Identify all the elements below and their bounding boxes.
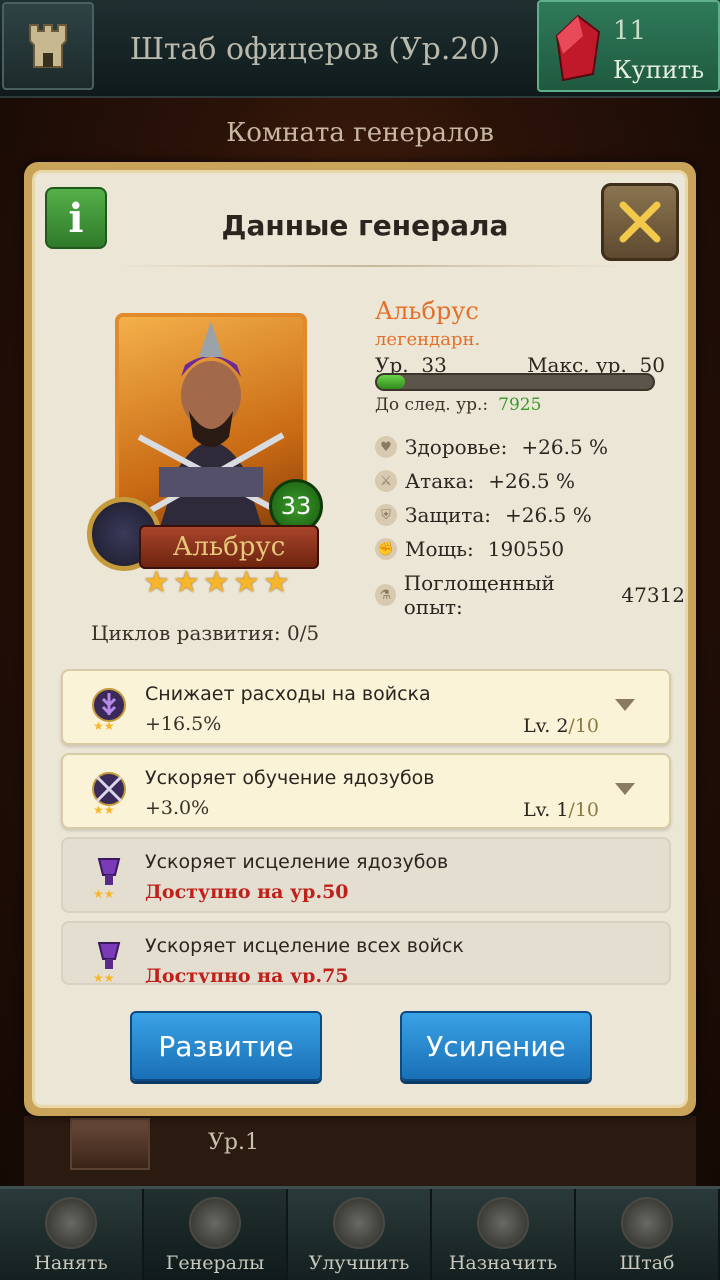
star-icon: ★ [173, 565, 200, 600]
svg-text:★★: ★★ [93, 803, 115, 815]
sword-icon: ⚔ [375, 470, 397, 492]
svg-text:★★: ★★ [93, 719, 115, 731]
skill-row-locked: ★★ Ускоряет исцеление всех войск Доступн… [61, 921, 671, 985]
chevron-down-icon[interactable] [615, 783, 635, 795]
stat-power: ✊ Мощь: 190550 [375, 537, 564, 561]
skill-row[interactable]: ★★ Снижает расходы на войска +16.5% Lv. … [61, 669, 671, 745]
close-icon [619, 201, 661, 243]
star-icon: ★ [263, 565, 290, 600]
skill-row-locked: ★★ Ускоряет исцеление ядозубов Доступно … [61, 837, 671, 913]
development-cycles: Циклов развития: 0/5 [91, 621, 320, 645]
svg-text:★★: ★★ [93, 971, 115, 983]
generals-icon [189, 1197, 241, 1249]
dialog-body: i Данные генерала 33 Альбрус ★ ★ ★ ★ ★ Ц… [32, 170, 688, 1108]
crossed-swords-skill-icon: ★★ [92, 772, 126, 815]
general-rarity: легендарн. [375, 329, 481, 350]
tab-hq[interactable]: Штаб [576, 1189, 720, 1280]
stat-absorbed-xp: ⚗ Поглощенный опыт: 47312 [375, 571, 685, 619]
shield-icon: ⛨ [375, 504, 397, 526]
potion-icon: ⚗ [375, 584, 396, 606]
skill-title: Снижает расходы на войска [145, 683, 431, 705]
close-button[interactable] [601, 183, 679, 261]
star-rating: ★ ★ ★ ★ ★ [143, 565, 293, 603]
tab-assign[interactable]: Назначить [432, 1189, 576, 1280]
star-icon: ★ [233, 565, 260, 600]
svg-text:★★: ★★ [93, 887, 115, 899]
star-icon: ★ [203, 565, 230, 600]
skill-title: Ускоряет исцеление всех войск [145, 935, 464, 957]
stat-defense: ⛨ Защита: +26.5 % [375, 503, 592, 527]
boost-button[interactable]: Усиление [400, 1011, 592, 1081]
helmet-icon [45, 1197, 97, 1249]
ruby-icon [555, 14, 601, 82]
general-thumbnail[interactable] [70, 1118, 150, 1170]
castle-icon [29, 24, 67, 68]
stat-attack: ⚔ Атака: +26.5 % [375, 469, 575, 493]
develop-button[interactable]: Развитие [130, 1011, 322, 1081]
info-button[interactable]: i [45, 187, 107, 249]
xp-progress-fill [377, 375, 405, 389]
gem-count: 11 [613, 16, 647, 46]
top-bar: Штаб офицеров (Ур.20) 11 Купить [0, 0, 720, 98]
skill-unlock-requirement: Доступно на ур.50 [145, 881, 349, 903]
general-name: Альбрус [375, 297, 479, 325]
goblet-skill-icon: ★★ [93, 858, 121, 899]
buy-label: Купить [613, 56, 705, 84]
title-divider [115, 265, 625, 267]
tab-upgrade[interactable]: Улучшить [288, 1189, 432, 1280]
star-medal-icon [477, 1197, 529, 1249]
skill-row[interactable]: ★★ Ускоряет обучение ядозубов +3.0% Lv. … [61, 753, 671, 829]
skill-value: +3.0% [145, 797, 210, 819]
star-icon: ★ [143, 565, 170, 600]
chevron-rank-icon [333, 1197, 385, 1249]
building-icon [621, 1197, 673, 1249]
name-ribbon: Альбрус [139, 525, 319, 569]
heart-icon: ♥ [375, 436, 397, 458]
castle-button[interactable] [2, 2, 94, 90]
thumbnail-level: Ур.1 [208, 1130, 259, 1155]
chevron-down-icon[interactable] [615, 699, 635, 711]
section-subtitle: Комната генералов [226, 118, 494, 148]
skill-value: +16.5% [145, 713, 222, 735]
wheat-skill-icon: ★★ [92, 688, 126, 731]
buy-gems-button[interactable]: 11 Купить [537, 0, 720, 92]
skill-level: Lv. 2/10 [523, 715, 599, 737]
tab-hire[interactable]: Нанять [0, 1189, 144, 1280]
skill-title: Ускоряет обучение ядозубов [145, 767, 435, 789]
skill-level: Lv. 1/10 [523, 799, 599, 821]
tab-generals[interactable]: Генералы [144, 1189, 288, 1280]
general-data-dialog: i Данные генерала 33 Альбрус ★ ★ ★ ★ ★ Ц… [24, 162, 696, 1116]
xp-progress-bar [375, 373, 655, 391]
next-level-row: До след. ур.: 7925 [375, 395, 542, 415]
bottom-nav: Нанять Генералы Улучшить Назначить Штаб [0, 1186, 720, 1280]
skill-unlock-requirement: Доступно на ур.75 [145, 965, 349, 985]
stat-health: ♥ Здоровье: +26.5 % [375, 435, 608, 459]
fist-icon: ✊ [375, 538, 397, 560]
goblet-skill-icon: ★★ [93, 942, 121, 983]
skill-title: Ускоряет исцеление ядозубов [145, 851, 449, 873]
dialog-title: Данные генерала [221, 209, 509, 242]
page-title: Штаб офицеров (Ур.20) [129, 31, 501, 67]
